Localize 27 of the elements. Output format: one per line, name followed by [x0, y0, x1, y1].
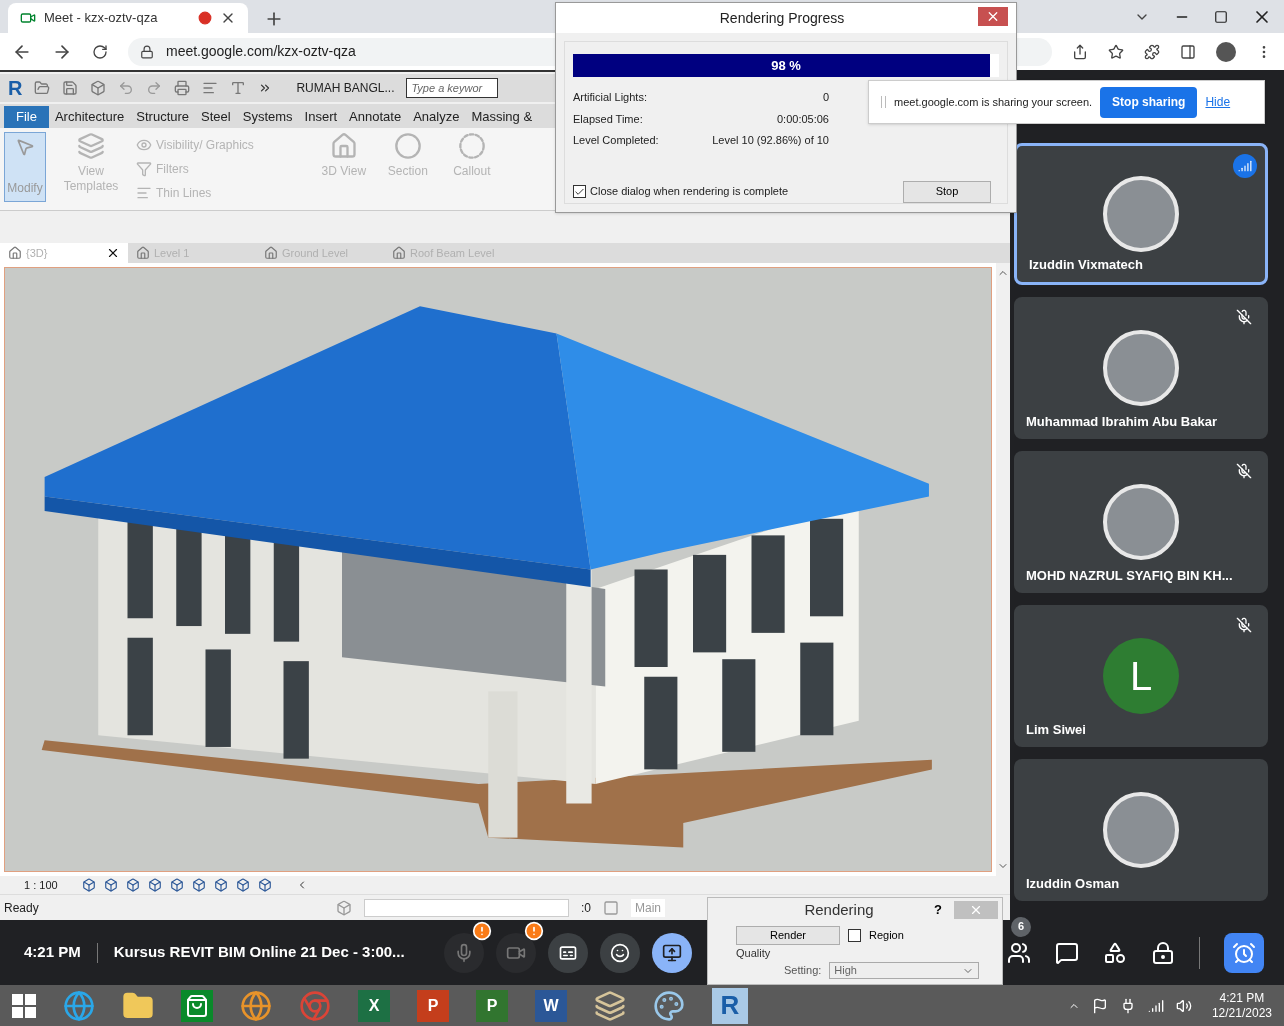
editable-count: :0: [581, 899, 591, 917]
participant-name: Izuddin Osman: [1026, 874, 1120, 893]
participant-name: Lim Siwei: [1026, 720, 1086, 739]
meeting-title: Kursus REVIT BIM Online 21 Dec - 3:00...: [113, 942, 406, 963]
url-text: meet.google.com/kzx-oztv-qza: [166, 42, 356, 61]
participant-name: Izuddin Vixmatech: [1029, 255, 1143, 274]
meeting-time: 4:21 PM: [24, 942, 81, 963]
participant-name: MOHD NAZRUL SYAFIQ BIN KH...: [1026, 566, 1233, 585]
checkbox-label: Close dialog when rendering is complete: [590, 184, 789, 200]
stat-label: Artificial Lights:: [573, 90, 647, 105]
participant-name: Muhammad Ibrahim Abu Bakar: [1026, 412, 1217, 431]
stat-label: Level Completed:: [573, 133, 659, 148]
progress-percent: 98 %: [770, 56, 802, 75]
tab-title: Meet - kzx-oztv-qza: [44, 9, 159, 28]
status-text: Ready: [4, 899, 40, 917]
people-count-badge: 6: [1011, 916, 1031, 937]
sharing-message: meet.google.com is sharing your screen.: [894, 94, 1093, 110]
quality-label: Quality: [735, 948, 772, 959]
stat-value: 0:00:05:06: [777, 111, 829, 127]
setting-label: Setting:: [784, 963, 822, 979]
stat-value: 0: [822, 90, 829, 105]
dialog-title: Rendering: [804, 899, 874, 920]
stat-label: Elapsed Time:: [573, 111, 643, 127]
checkbox-label: Region: [869, 928, 904, 944]
stat-value: Level 10 (92.86%) of 10: [712, 133, 829, 148]
dialog-title: Rendering Progress: [719, 8, 845, 28]
project-title: RUMAH BANGL...: [296, 80, 395, 97]
